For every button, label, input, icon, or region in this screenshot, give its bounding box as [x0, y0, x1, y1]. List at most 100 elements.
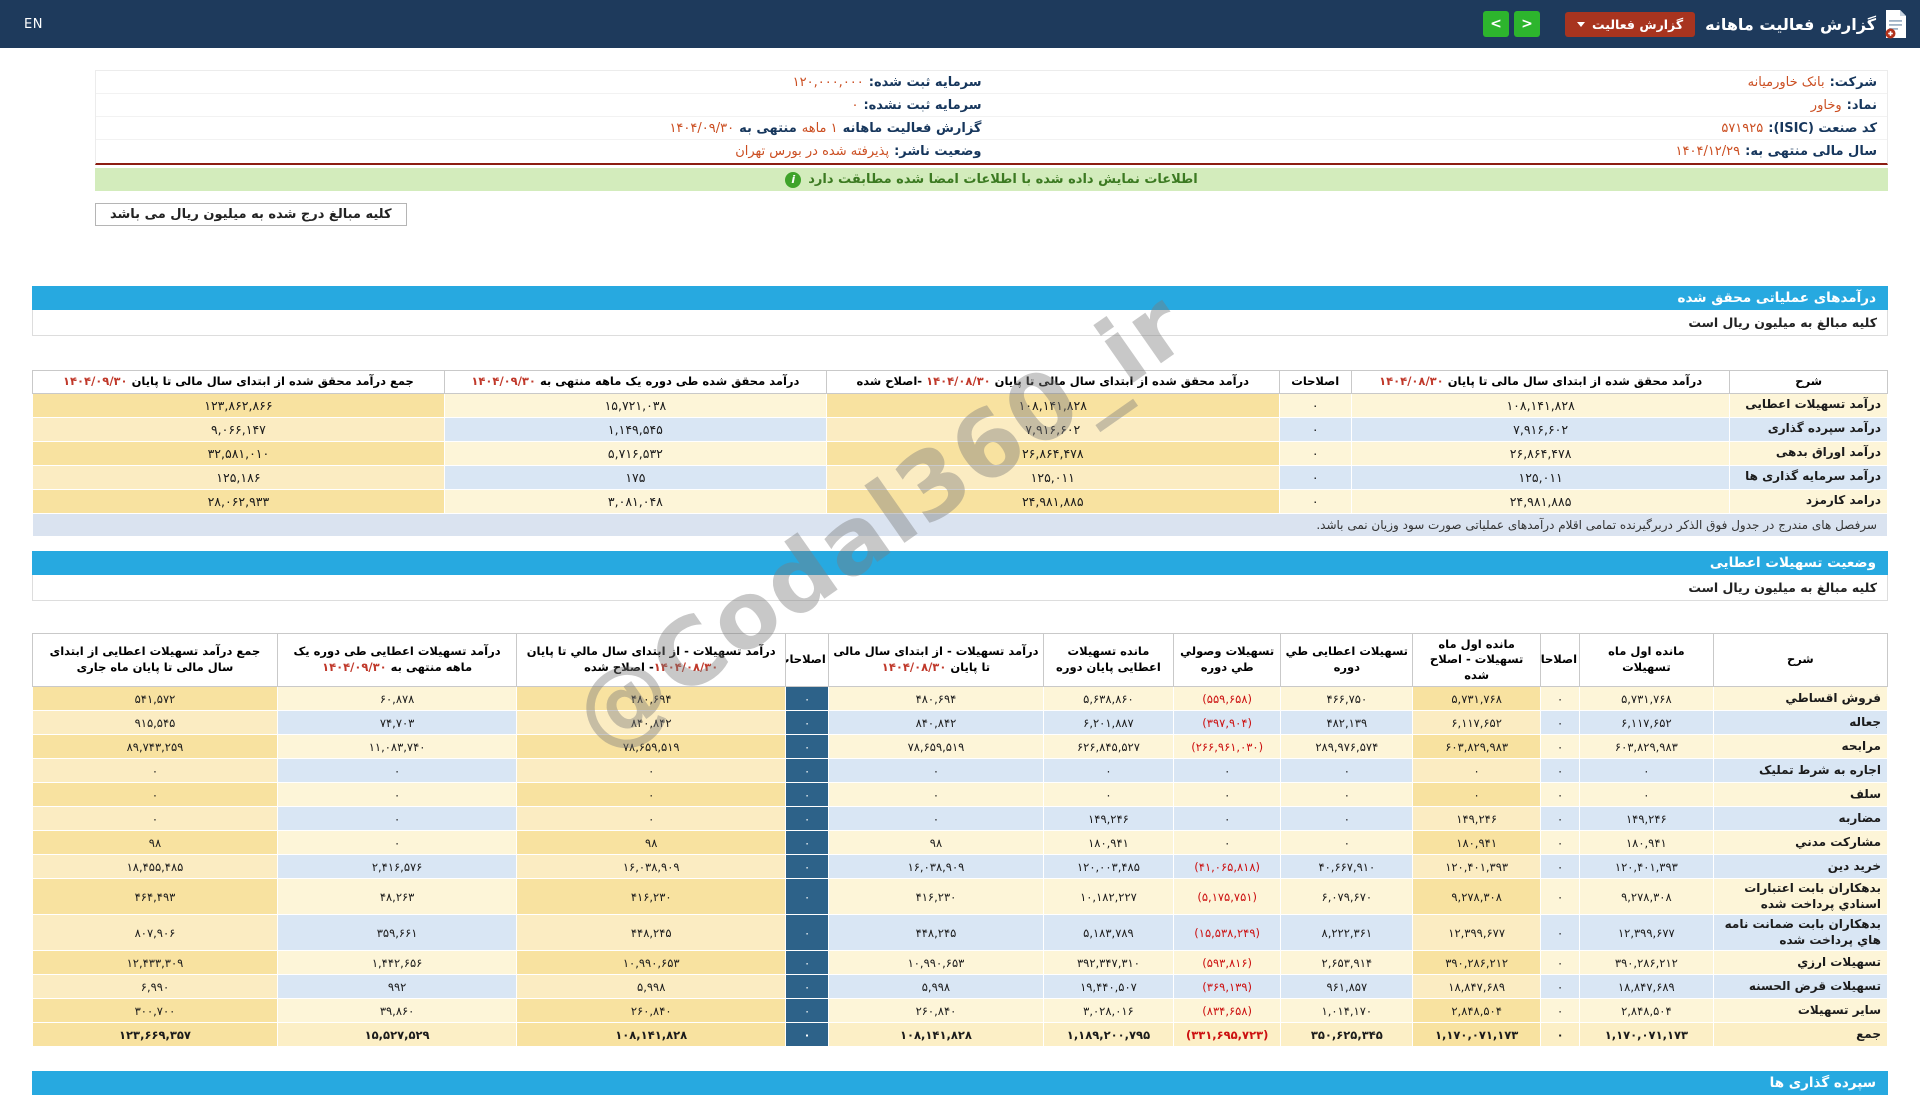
data-cell: ۴۶۴,۴۹۳	[33, 879, 278, 915]
data-cell: ۵,۱۸۳,۷۸۹	[1044, 915, 1174, 951]
unit-note-row: کلیه مبالغ به میلیون ریال است	[32, 310, 1888, 336]
info-value: ۰	[851, 98, 858, 113]
company-info-cell: کد صنعت (ISIC):۵۷۱۹۲۵	[992, 117, 1888, 140]
row-label: تسهیلات قرض الحسنه	[1713, 975, 1887, 999]
data-cell: ۱۲۵,۱۸۶	[33, 465, 445, 489]
data-cell: ۰	[1541, 975, 1580, 999]
row-label: سلف	[1713, 783, 1887, 807]
report-type-dropdown[interactable]: گزارش فعالیت	[1565, 12, 1695, 37]
table-row: مرابحه۶۰۳,۸۲۹,۹۸۳۰۶۰۳,۸۲۹,۹۸۳۲۸۹,۹۷۶,۵۷۴…	[33, 735, 1888, 759]
data-cell: ۰	[1580, 783, 1714, 807]
data-cell: ۶۰,۸۷۸	[277, 687, 516, 711]
row-label: سایر تسهیلات	[1713, 999, 1887, 1023]
data-cell: ۱,۱۷۰,۰۷۱,۱۷۳	[1580, 1023, 1714, 1047]
data-cell: ۹۸	[828, 831, 1043, 855]
data-cell: ۵,۹۹۸	[517, 975, 786, 999]
data-cell: ۱۲۰,۰۰۳,۴۸۵	[1044, 855, 1174, 879]
data-cell: ۰	[1281, 831, 1413, 855]
data-cell: ۱۰۸,۱۴۱,۸۲۸	[826, 393, 1279, 417]
page-title: گزارش فعالیت ماهانه	[1705, 15, 1876, 34]
row-label: جمع	[1713, 1023, 1887, 1047]
data-cell: ۶,۲۰۱,۸۸۷	[1044, 711, 1174, 735]
data-cell: ۰	[786, 783, 829, 807]
column-header: درآمد محقق شده از ابتدای سال مالی تا پای…	[1351, 371, 1729, 394]
data-cell: ۱۸۰,۹۴۱	[1413, 831, 1541, 855]
loans-status-section: وضعیت تسهیلات اعطایی کلیه مبالغ به میلیو…	[32, 551, 1888, 1048]
section-title: درآمدهای عملیاتی محقق شده	[1678, 290, 1877, 306]
data-cell: ۰	[1173, 831, 1281, 855]
column-header: درآمد تسهیلات اعطایی طی دوره یک ماهه منت…	[277, 633, 516, 687]
currency-unit-box: کلیه مبالغ درج شده به میلیون ریال می باش…	[95, 203, 407, 226]
data-cell: ۱۴۹,۲۴۶	[1580, 807, 1714, 831]
company-info-cell: سال مالی منتهی به:۱۴۰۴/۱۲/۲۹	[992, 140, 1888, 163]
table-row: بدهکاران بابت ضمانت نامه هاي پرداخت شده ۱…	[33, 915, 1888, 951]
column-header: مانده اول ماه تسهیلات - اصلاح شده	[1413, 633, 1541, 687]
data-cell: ۵,۶۳۸,۸۶۰	[1044, 687, 1174, 711]
data-cell: ۷۸,۶۵۹,۵۱۹	[828, 735, 1043, 759]
table-row: درآمد سرمایه گذاری ها۱۲۵,۰۱۱۰۱۲۵,۰۱۱۱۷۵۱…	[33, 465, 1888, 489]
column-header: درآمد محقق شده طی دوره یک ماهه منتهی به …	[444, 371, 826, 394]
data-cell: ۸۰۷,۹۰۶	[33, 915, 278, 951]
data-cell: ۶۰۳,۸۲۹,۹۸۳	[1580, 735, 1714, 759]
row-label: مرابحه	[1713, 735, 1887, 759]
data-cell: ۷,۹۱۶,۶۰۲	[1351, 417, 1729, 441]
data-cell: ۷۴,۷۰۳	[277, 711, 516, 735]
info-value: پذیرفته شده در بورس تهران	[735, 144, 889, 159]
data-cell: ۳۵۰,۶۲۵,۳۴۵	[1281, 1023, 1413, 1047]
row-label: مشارکت مدني	[1713, 831, 1887, 855]
data-cell: ۲,۸۴۸,۵۰۴	[1580, 999, 1714, 1023]
data-cell: ۱۲۳,۸۶۲,۸۶۶	[33, 393, 445, 417]
data-cell: ۴۴۸,۲۴۵	[828, 915, 1043, 951]
data-cell: ۵,۹۹۸	[828, 975, 1043, 999]
info-value: ۱۴۰۴/۰۹/۳۰	[669, 121, 734, 136]
monthly-activity-report-page: { "topbar": { "title": "گزارش فعالیت ماه…	[0, 0, 1920, 1080]
row-label: خرید دین	[1713, 855, 1887, 879]
section-header-loans-status: وضعیت تسهیلات اعطایی	[32, 551, 1888, 575]
row-label: درآمد تسهیلات اعطایی	[1730, 393, 1888, 417]
data-cell: ۲۶۰,۸۴۰	[828, 999, 1043, 1023]
data-cell: ۰	[1580, 759, 1714, 783]
data-cell: ۰	[786, 807, 829, 831]
deposits-section: سپرده گذاری ها	[32, 1071, 1888, 1095]
data-cell: ۰	[277, 807, 516, 831]
row-label: درآمد سرمایه گذاری ها	[1730, 465, 1888, 489]
section-title: وضعیت تسهیلات اعطایی	[1710, 555, 1876, 571]
table-row: فروش اقساطي۵,۷۳۱,۷۶۸۰۵,۷۳۱,۷۶۸۴۶۶,۷۵۰(۵۵…	[33, 687, 1888, 711]
data-cell: ۲۸,۰۶۲,۹۳۳	[33, 489, 445, 513]
data-cell: ۱۸۰,۹۴۱	[1580, 831, 1714, 855]
table-row: درآمد تسهیلات اعطایی۱۰۸,۱۴۱,۸۲۸۰۱۰۸,۱۴۱,…	[33, 393, 1888, 417]
data-cell: ۴۸۰,۶۹۴	[828, 687, 1043, 711]
data-cell: ۱۲,۳۹۹,۶۷۷	[1413, 915, 1541, 951]
data-cell: ۱۸,۸۴۷,۶۸۹	[1413, 975, 1541, 999]
company-info-cell: سرمایه ثبت شده:۱۲۰,۰۰۰,۰۰۰	[96, 71, 992, 94]
data-cell: ۱۲۵,۰۱۱	[1351, 465, 1729, 489]
table-row: مشارکت مدني۱۸۰,۹۴۱۰۱۸۰,۹۴۱۰۰۱۸۰,۹۴۱۹۸۰۹۸…	[33, 831, 1888, 855]
operational-income-table-host: شرحدرآمد محقق شده از ابتدای سال مالی تا …	[32, 370, 1888, 514]
data-cell: ۰	[1541, 855, 1580, 879]
previous-report-button[interactable]: <	[1483, 11, 1509, 37]
next-report-button[interactable]: >	[1514, 11, 1540, 37]
row-label: فروش اقساطي	[1713, 687, 1887, 711]
column-header: درآمد تسهیلات - از ابتدای سال مالي تا پا…	[517, 633, 786, 687]
data-cell: ۰	[1541, 999, 1580, 1023]
chevron-down-icon	[1577, 22, 1585, 27]
data-cell: ۰	[786, 711, 829, 735]
data-cell: ۰	[277, 759, 516, 783]
column-header: تسهیلات اعطایی طي دوره	[1281, 633, 1413, 687]
language-switch-en[interactable]: EN	[24, 17, 43, 32]
data-cell: ۲۶۰,۸۴۰	[517, 999, 786, 1023]
data-cell: ۰	[1413, 783, 1541, 807]
data-cell: (۵,۱۷۵,۷۵۱)	[1173, 879, 1281, 915]
data-cell: ۱۲۰,۴۰۱,۳۹۳	[1413, 855, 1541, 879]
row-label: بدهکاران بابت ضمانت نامه هاي پرداخت شده	[1713, 915, 1887, 951]
data-cell: ۰	[1541, 915, 1580, 951]
data-cell: ۰	[1541, 951, 1580, 975]
data-cell: ۶,۰۷۹,۶۷۰	[1281, 879, 1413, 915]
data-cell: (۲۶۶,۹۶۱,۰۳۰)	[1173, 735, 1281, 759]
data-cell: ۱۴۹,۲۴۶	[1413, 807, 1541, 831]
info-label: سال مالی منتهی به:	[1745, 144, 1877, 159]
section-header-operational-income: درآمدهای عملیاتی محقق شده	[32, 286, 1888, 310]
table-row: سلف۰۰۰۰۰۰۰۰۰۰۰	[33, 783, 1888, 807]
table-row: جمع۱,۱۷۰,۰۷۱,۱۷۳۰۱,۱۷۰,۰۷۱,۱۷۳۳۵۰,۶۲۵,۳۴…	[33, 1023, 1888, 1047]
data-cell: ۴۸,۲۶۳	[277, 879, 516, 915]
